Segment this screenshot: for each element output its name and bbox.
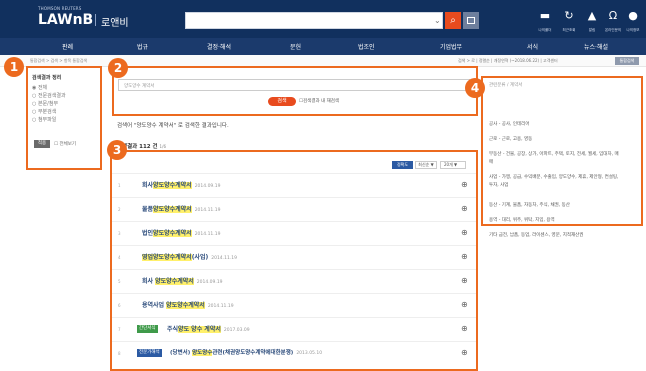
integrated-search-button[interactable]: 통합검색 xyxy=(615,57,639,65)
nav-item-news[interactable]: 뉴스·해설 xyxy=(584,42,608,51)
breadcrumb-options[interactable]: 검색 > 로 | 정렬순 | 개정연혁 (~2018.06.22) | 고객센터 xyxy=(458,58,558,64)
top-header: THOMSON REUTERS LAWnB 로앤비 ⌄ ⌕ ▬ 나의폴더 ↻ 최… xyxy=(0,0,646,38)
history-icon: ↻ xyxy=(564,9,574,22)
alert-button[interactable]: ▲ 알림 xyxy=(583,10,601,36)
bell-icon: ▲ xyxy=(587,9,597,22)
folder-label: 나의폴더 xyxy=(538,28,552,32)
nav-item-corporate[interactable]: 기업법무 xyxy=(440,42,462,51)
annotation-badge-4: 4 xyxy=(465,78,485,98)
folder-button[interactable]: ▬ 나의폴더 xyxy=(536,10,554,36)
support-label: 온라인문의 xyxy=(604,28,622,32)
account-button[interactable]: ● 나의정보 xyxy=(624,10,642,36)
brand-korean-name[interactable]: 로앤비 xyxy=(101,14,129,29)
history-button[interactable]: ↻ 최근조회 xyxy=(560,10,578,36)
nav-item-literature[interactable]: 문헌 xyxy=(290,42,301,51)
nav-item-cases[interactable]: 판례 xyxy=(62,42,73,51)
annotation-frame-4 xyxy=(481,76,643,226)
global-search-input[interactable]: ⌄ xyxy=(185,12,443,29)
search-button[interactable]: ⌕ xyxy=(445,12,461,29)
history-label: 최근조회 xyxy=(562,28,576,32)
nav-item-lawyers[interactable]: 법조인 xyxy=(358,42,375,51)
nav-item-statutes[interactable]: 법규 xyxy=(137,42,148,51)
chevron-down-icon[interactable]: ⌄ xyxy=(434,16,441,25)
search-icon: ⌕ xyxy=(450,15,456,26)
user-icon: ● xyxy=(628,9,638,22)
annotation-frame-1 xyxy=(26,66,102,170)
grid-menu-button[interactable] xyxy=(463,12,479,29)
nav-item-decisions[interactable]: 결정·해석 xyxy=(207,42,231,51)
grid-icon xyxy=(467,17,475,24)
account-label: 나의정보 xyxy=(626,28,640,32)
headset-icon: Ω xyxy=(608,9,618,22)
related-item[interactable]: 기타 금전, 납품, 동업, 라이센스, 영문, 지적재산권 xyxy=(489,232,619,240)
folder-icon: ▬ xyxy=(539,9,551,22)
annotation-frame-2 xyxy=(112,66,478,116)
brand-logo[interactable]: LAWnB xyxy=(38,12,93,28)
brand-tagline: THOMSON REUTERS xyxy=(38,6,82,11)
support-button[interactable]: Ω 온라인문의 xyxy=(604,10,622,36)
brand-divider xyxy=(95,14,96,26)
search-result-message: 검색어 "양도양수 계약서" 로 검색한 결과입니다. xyxy=(117,123,229,129)
annotation-badge-3: 3 xyxy=(107,140,127,160)
annotation-frame-3 xyxy=(110,150,478,371)
alert-label: 알림 xyxy=(588,28,596,32)
annotation-badge-1: 1 xyxy=(4,57,24,77)
annotation-badge-2: 2 xyxy=(108,58,128,78)
nav-item-forms[interactable]: 서식 xyxy=(527,42,538,51)
main-nav: 판례 법규 결정·해석 문헌 법조인 기업법무 서식 뉴스·해설 xyxy=(0,38,646,55)
breadcrumb[interactable]: 통합검색 > 검색 > 항목 통합검색 xyxy=(30,58,87,64)
